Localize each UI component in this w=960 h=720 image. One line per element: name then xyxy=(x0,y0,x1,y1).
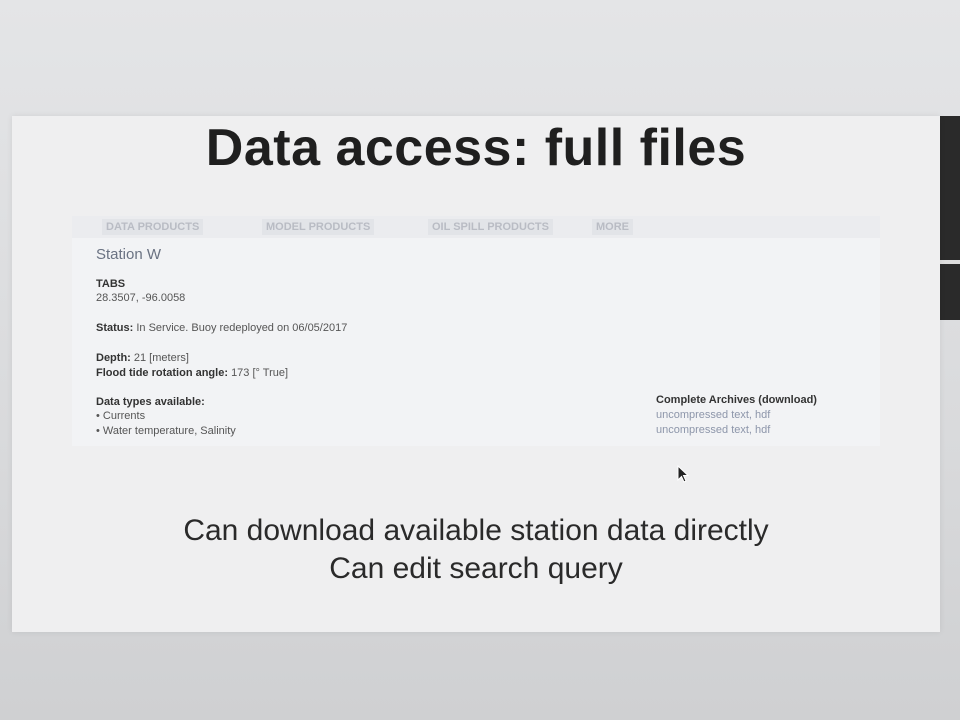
nav-item-data-products[interactable]: DATA PRODUCTS xyxy=(102,219,204,235)
right-edge-bar-gap xyxy=(940,260,960,264)
archives-heading: Complete Archives (download) xyxy=(656,394,817,406)
data-types-label: Data types available: xyxy=(96,396,205,408)
slide-screen: { "slide": { "title": "Data access: full… xyxy=(0,0,960,720)
network-name: TABS xyxy=(96,278,126,290)
station-coords: 28.3507, -96.0058 xyxy=(96,292,186,304)
caption-line-2: Can edit search query xyxy=(329,552,623,585)
nav-item-oil-spill-products[interactable]: OIL SPILL PRODUCTS xyxy=(428,219,553,235)
download-link-currents[interactable]: uncompressed text, hdf xyxy=(656,409,770,421)
flood-tide-label: Flood tide rotation angle: xyxy=(96,367,228,379)
nav-item-more[interactable]: MORE xyxy=(592,219,633,235)
download-link-water-temp[interactable]: uncompressed text, hdf xyxy=(656,424,770,436)
slide-title: Data access: full files xyxy=(205,119,747,177)
presentation-slide: Data access: full files DATA PRODUCTS MO… xyxy=(12,116,940,632)
depth-line: Depth: 21 [meters] xyxy=(96,352,189,364)
nav-bar: DATA PRODUCTS MODEL PRODUCTS OIL SPILL P… xyxy=(72,216,880,238)
depth-value: 21 [meters] xyxy=(133,352,189,364)
embedded-screenshot: DATA PRODUCTS MODEL PRODUCTS OIL SPILL P… xyxy=(72,216,880,446)
caption-line-1: Can download available station data dire… xyxy=(183,514,769,547)
status-value: In Service. Buoy redeployed on 06/05/201… xyxy=(136,322,348,334)
data-types-heading: Data types available: xyxy=(96,396,205,408)
flood-tide-line: Flood tide rotation angle: 173 [° True] xyxy=(96,367,288,379)
flood-tide-value: 173 [° True] xyxy=(231,367,289,379)
depth-label: Depth: xyxy=(96,352,131,364)
status-label: Status: xyxy=(96,322,134,334)
station-title: Station W xyxy=(96,246,162,263)
network-label: TABS xyxy=(96,278,125,290)
nav-item-model-products[interactable]: MODEL PRODUCTS xyxy=(262,219,375,235)
data-type-item: • Water temperature, Salinity xyxy=(96,425,236,437)
data-type-item: • Currents xyxy=(96,410,146,422)
right-edge-bar xyxy=(940,116,960,320)
status-line: Status: In Service. Buoy redeployed on 0… xyxy=(96,322,347,334)
